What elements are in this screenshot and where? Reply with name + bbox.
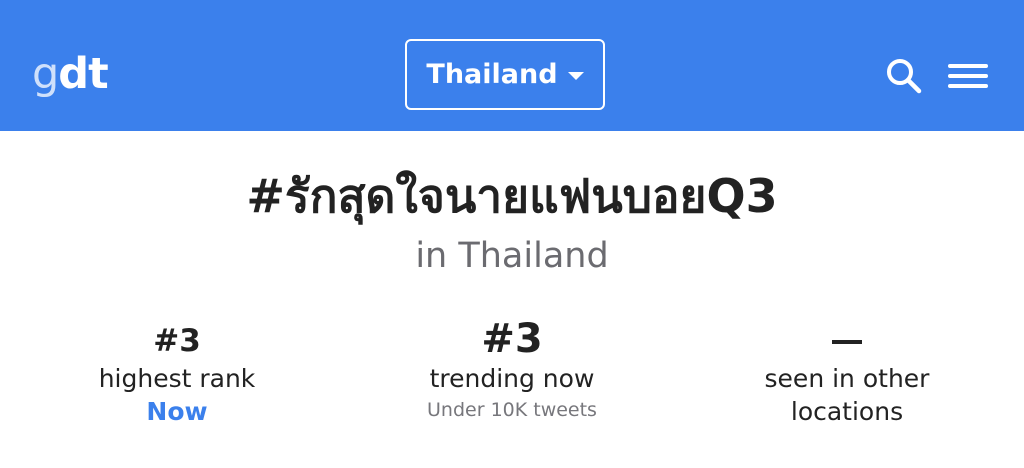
trending-now-label: trending now bbox=[429, 364, 595, 393]
logo-g: g bbox=[32, 49, 59, 99]
highest-rank-time: Now bbox=[146, 397, 208, 426]
other-locations-label-2: locations bbox=[790, 397, 904, 426]
menu-icon bbox=[948, 64, 988, 88]
highest-rank-value: #3 bbox=[153, 323, 201, 359]
stat-highest-rank: #3 highest rank Now bbox=[17, 320, 337, 428]
empty-value-dash bbox=[832, 340, 862, 344]
trend-title: #รักสุดใจนายแฟนบอยQ3 bbox=[246, 169, 778, 223]
highest-rank-label: highest rank bbox=[98, 364, 256, 393]
country-dropdown[interactable]: Thailand bbox=[405, 39, 605, 110]
country-label: Thailand bbox=[426, 59, 558, 90]
menu-button[interactable] bbox=[946, 58, 990, 94]
trend-location: in Thailand bbox=[415, 236, 609, 276]
top-bar: gdt Thailand bbox=[0, 0, 1024, 131]
logo-dt: dt bbox=[58, 49, 108, 99]
other-locations-label-1: seen in other bbox=[764, 364, 930, 393]
stat-trending-now: #3 trending now Under 10K tweets bbox=[352, 316, 672, 425]
stat-other-locations: seen in other locations bbox=[687, 320, 1007, 428]
tweet-volume: Under 10K tweets bbox=[427, 399, 597, 421]
trending-now-value: #3 bbox=[481, 316, 543, 362]
search-button[interactable] bbox=[884, 56, 924, 96]
search-icon bbox=[887, 59, 922, 94]
logo[interactable]: gdt bbox=[32, 44, 109, 104]
chevron-down-icon bbox=[567, 71, 584, 80]
